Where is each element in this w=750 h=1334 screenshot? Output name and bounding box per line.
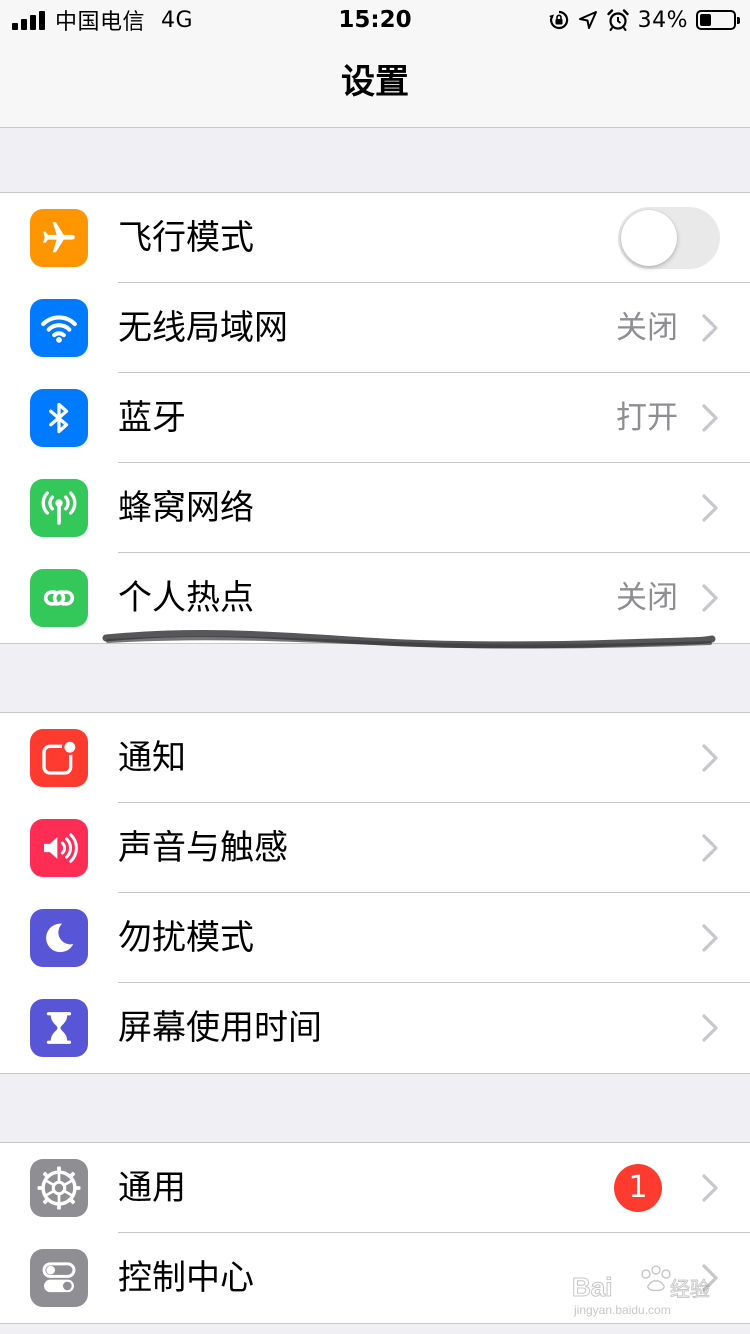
- location-icon: [578, 11, 597, 29]
- toggle-knob: [621, 210, 677, 266]
- rotation-lock-icon: [548, 10, 568, 30]
- airplane-icon: [30, 209, 88, 267]
- settings-row-label: 蓝牙: [118, 398, 186, 438]
- settings-row-personal-hotspot[interactable]: 个人热点 关闭: [0, 553, 750, 643]
- notifications-icon: [30, 729, 88, 787]
- alarm-icon: [606, 9, 629, 31]
- settings-row-airplane-mode: 飞行模式: [0, 193, 750, 283]
- settings-row-label: 通知: [118, 738, 186, 778]
- page-title: 设置: [341, 62, 409, 102]
- settings-row-notifications[interactable]: 通知: [0, 713, 750, 803]
- settings-group-notifications: 通知 声音与触感 勿扰模式 屏幕使用时间: [0, 712, 750, 1074]
- cellular-icon: [30, 479, 88, 537]
- sound-icon: [30, 819, 88, 877]
- chevron-right-icon: [702, 314, 718, 342]
- settings-row-label: 通用: [118, 1168, 186, 1208]
- svg-text:Bai: Bai: [572, 1272, 612, 1302]
- bluetooth-icon: [30, 389, 88, 447]
- settings-row-label: 蜂窝网络: [118, 488, 254, 528]
- navigation-bar: 设置: [0, 40, 750, 128]
- settings-row-general[interactable]: 通用 1: [0, 1143, 750, 1233]
- settings-row-cellular[interactable]: 蜂窝网络: [0, 463, 750, 553]
- notification-badge: 1: [614, 1164, 662, 1212]
- status-bar: 中国电信 4G 15:20 34%: [0, 0, 750, 40]
- moon-icon: [30, 909, 88, 967]
- settings-row-value: 打开: [616, 400, 678, 436]
- hotspot-icon: [30, 569, 88, 627]
- chevron-right-icon: [702, 834, 718, 862]
- chevron-right-icon: [702, 1174, 718, 1202]
- baidu-jingyan-watermark: Bai 经验 jingyan.baidu.com: [572, 1265, 710, 1317]
- settings-row-screen-time[interactable]: 屏幕使用时间: [0, 983, 750, 1073]
- settings-row-bluetooth[interactable]: 蓝牙 打开: [0, 373, 750, 463]
- switches-icon: [30, 1249, 88, 1307]
- settings-row-do-not-disturb[interactable]: 勿扰模式: [0, 893, 750, 983]
- svg-text:经验: 经验: [670, 1277, 710, 1301]
- chevron-right-icon: [702, 404, 718, 432]
- settings-row-label: 无线局域网: [118, 308, 288, 348]
- settings-row-label: 个人热点: [118, 578, 254, 618]
- battery-percent: 34%: [637, 7, 688, 33]
- chevron-right-icon: [702, 1014, 718, 1042]
- status-bar-right: 34%: [548, 4, 740, 36]
- chevron-right-icon: [702, 494, 718, 522]
- battery-icon: [696, 10, 740, 30]
- settings-row-label: 飞行模式: [118, 218, 254, 258]
- settings-row-label: 屏幕使用时间: [118, 1008, 322, 1048]
- settings-row-label: 声音与触感: [118, 828, 288, 868]
- chevron-right-icon: [702, 924, 718, 952]
- svg-text:jingyan.baidu.com: jingyan.baidu.com: [573, 1303, 671, 1317]
- settings-row-label: 勿扰模式: [118, 918, 254, 958]
- chevron-right-icon: [702, 584, 718, 612]
- gear-icon: [30, 1159, 88, 1217]
- settings-row-value: 关闭: [616, 580, 678, 616]
- settings-row-wifi[interactable]: 无线局域网 关闭: [0, 283, 750, 373]
- settings-row-sounds-haptics[interactable]: 声音与触感: [0, 803, 750, 893]
- battery-level-fill: [700, 14, 711, 26]
- settings-row-label: 控制中心: [118, 1258, 254, 1298]
- wifi-icon: [30, 299, 88, 357]
- settings-group-connectivity: 飞行模式 无线局域网 关闭 蓝牙 打开 蜂窝网络 个人热点 关闭: [0, 192, 750, 644]
- settings-row-value: 关闭: [616, 310, 678, 346]
- chevron-right-icon: [702, 744, 718, 772]
- hourglass-icon: [30, 999, 88, 1057]
- airplane-mode-toggle[interactable]: [618, 207, 720, 269]
